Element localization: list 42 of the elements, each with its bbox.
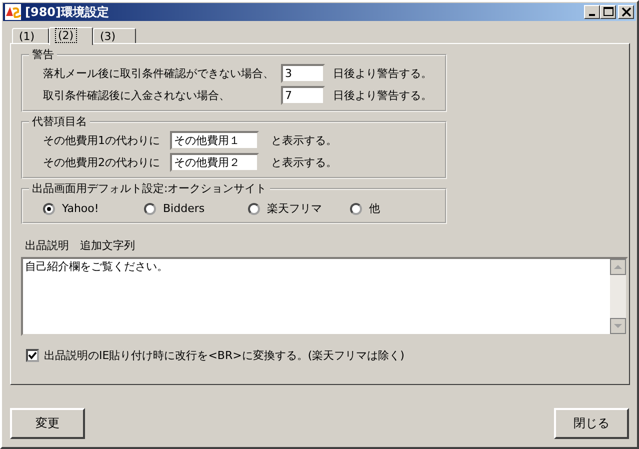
checkbox-label[interactable]: 出品説明のIE貼り付け時に改行を<BR>に変換する。(楽天フリマは除く) [44, 348, 404, 363]
description-label: 出品説明 追加文字列 [25, 238, 136, 253]
description-field[interactable]: 自己紹介欄をご覧ください。 [21, 257, 628, 336]
radio-label[interactable]: Bidders [163, 202, 205, 215]
radio-button[interactable] [248, 202, 260, 214]
group-title: 警告 [31, 47, 55, 62]
field-label: その他費用2の代わりに [43, 154, 161, 170]
field-label: 落札メール後に取引条件確認ができない場合、 [43, 66, 275, 80]
field-suffix: 日後より警告する。 [333, 88, 432, 102]
close-icon [620, 6, 632, 18]
minimize-button[interactable] [584, 5, 600, 19]
maximize-icon [602, 6, 614, 18]
checkbox[interactable] [26, 349, 39, 362]
radio-button[interactable] [144, 202, 156, 214]
field-suffix: と表示する。 [271, 154, 337, 170]
tab[interactable]: (1) [12, 28, 49, 43]
maximize-button[interactable] [600, 5, 616, 19]
radio-button[interactable] [350, 202, 362, 214]
radio-label[interactable]: 楽天フリマ [267, 201, 322, 216]
alias-field[interactable]: その他費用２ [170, 152, 259, 172]
radio-button[interactable] [43, 202, 55, 214]
days-field[interactable]: 3 [281, 64, 325, 82]
close-button[interactable] [618, 5, 634, 19]
radio-label[interactable]: Yahoo! [62, 202, 99, 215]
app-icon [5, 4, 21, 20]
field-suffix: と表示する。 [271, 132, 337, 148]
field-label: その他費用1の代わりに [43, 132, 161, 148]
window-title: [980]環境設定 [25, 4, 110, 20]
days-field[interactable]: 7 [281, 86, 325, 104]
tab[interactable]: (3) [93, 28, 136, 43]
group-title: 代替項目名 [31, 114, 88, 129]
scrollbar[interactable] [610, 259, 626, 334]
dialog-button[interactable]: 変更 [10, 408, 85, 439]
minimize-icon [589, 14, 595, 16]
radio-label[interactable]: 他 [369, 201, 380, 216]
field-suffix: 日後より警告する。 [333, 66, 432, 80]
tab[interactable]: (2) [49, 27, 93, 45]
dialog-button[interactable]: 閉じる [554, 408, 629, 439]
group-title: 出品画面用デフォルト設定:オークションサイト [31, 181, 268, 196]
description-text: 自己紹介欄をご覧ください。 [25, 260, 168, 273]
alias-field[interactable]: その他費用１ [170, 130, 259, 150]
field-label: 取引条件確認後に入金されない場合、 [43, 88, 231, 102]
